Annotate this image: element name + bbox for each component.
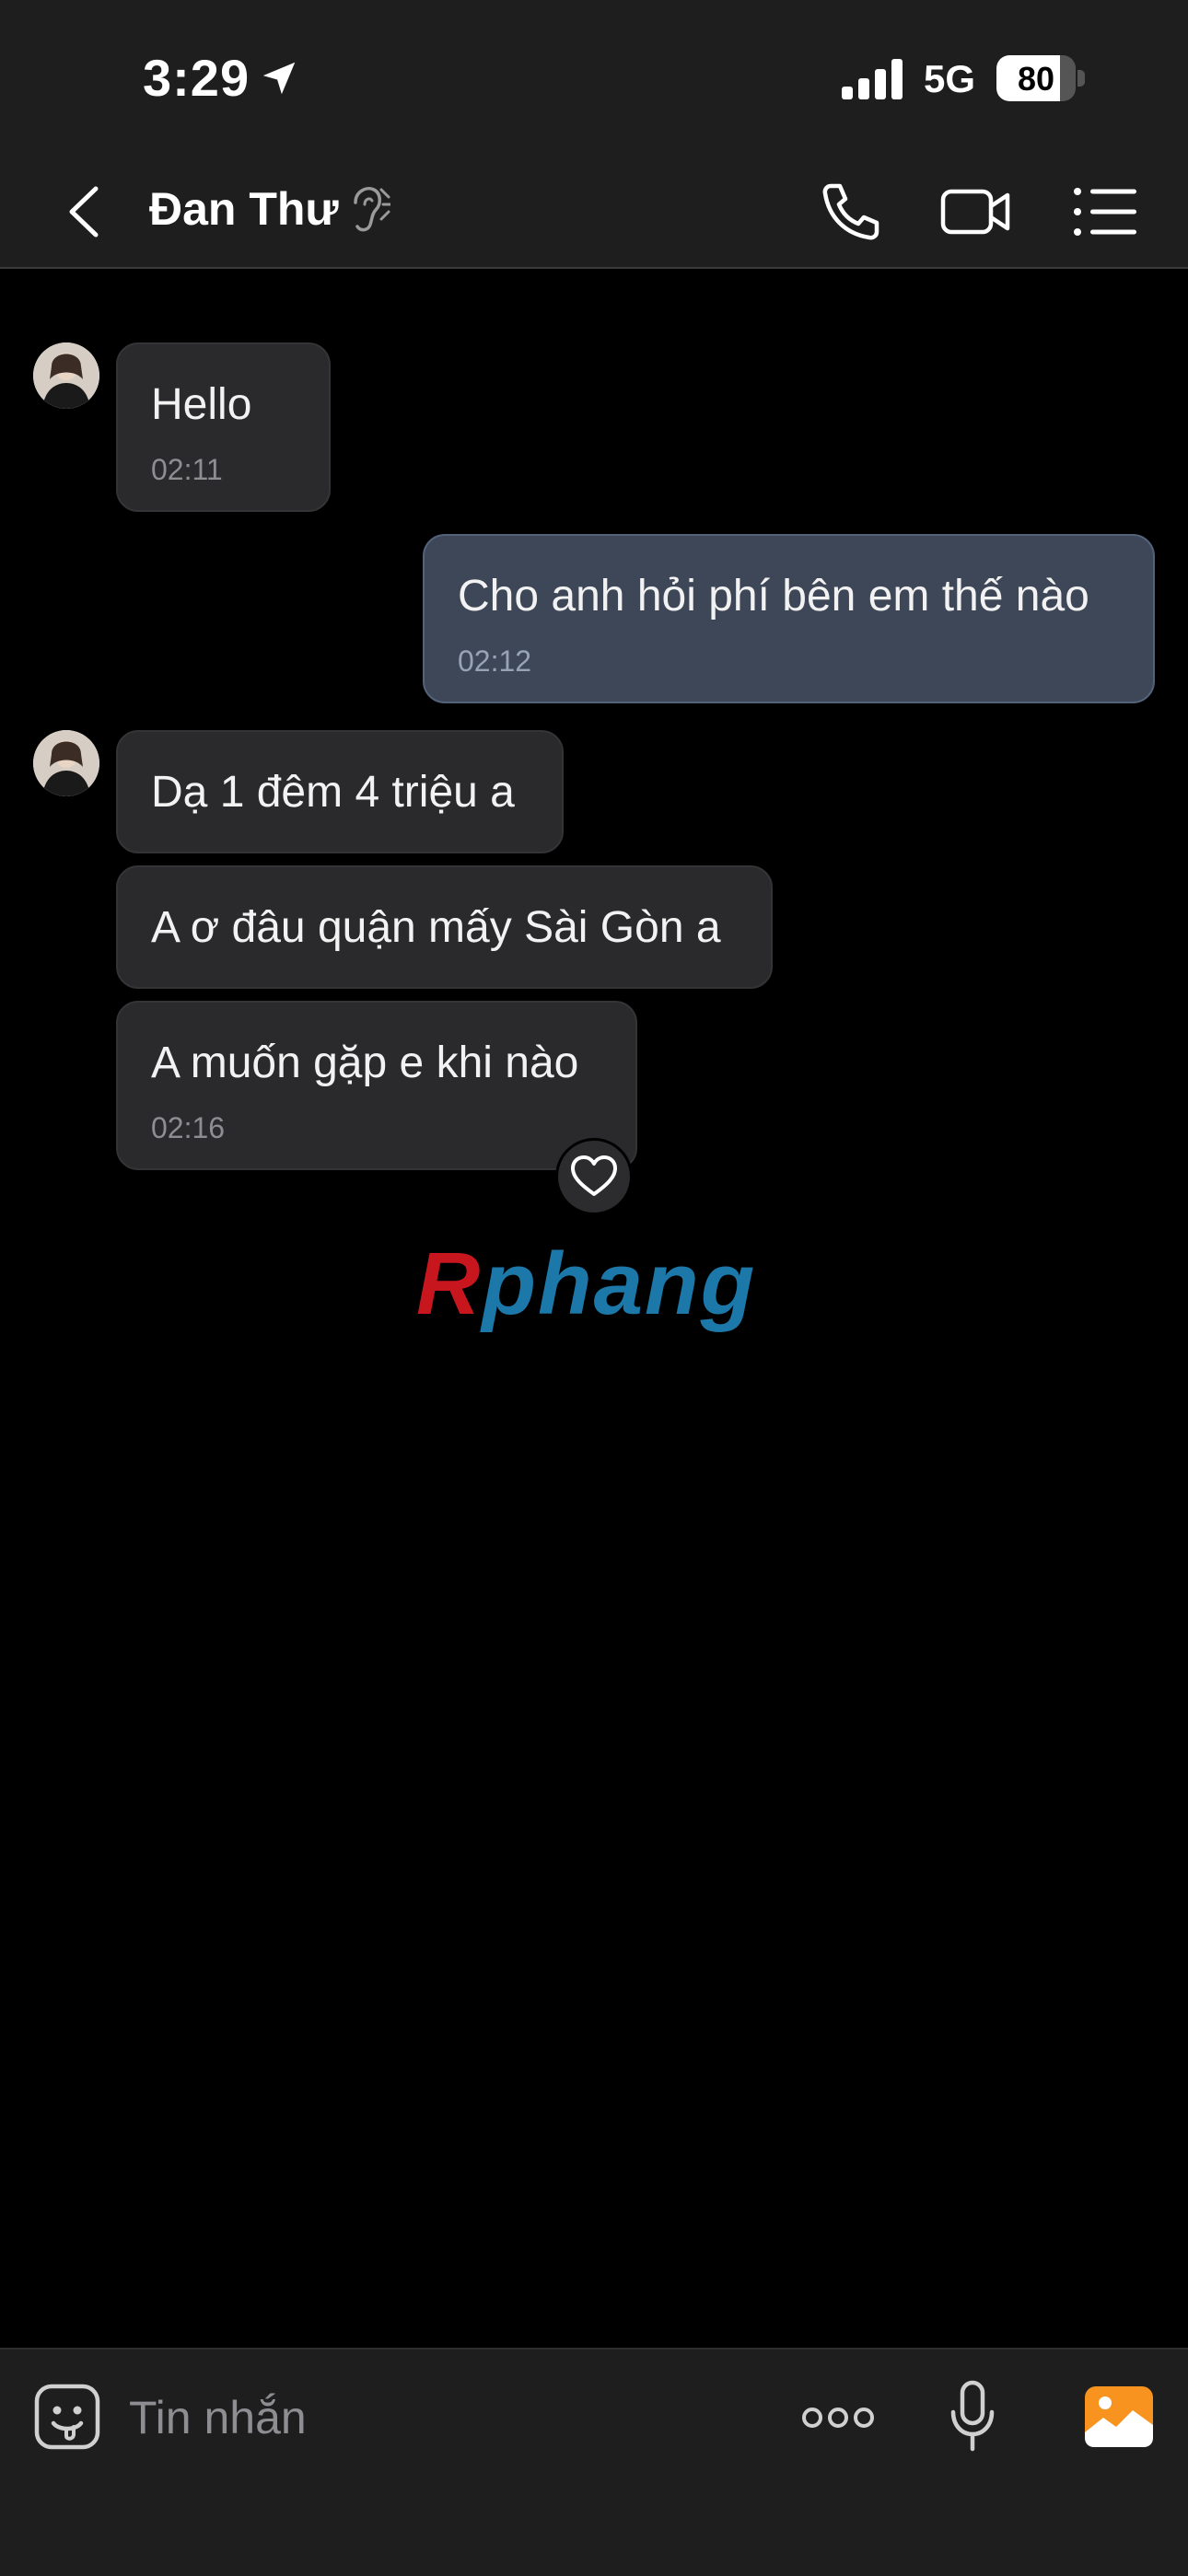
message-bubble[interactable]: A ơ đâu quận mấy Sài Gòn a <box>116 865 773 989</box>
watermark-logo: Rphang <box>416 1234 756 1335</box>
network-label: 5G <box>924 57 976 100</box>
signal-icon <box>842 59 903 99</box>
message-text: Cho anh hỏi phí bên em thế nào <box>458 572 1089 621</box>
video-camera-icon[interactable] <box>938 177 1013 247</box>
photo-icon[interactable] <box>1085 2386 1153 2447</box>
watermark-rest: phang <box>482 1235 757 1333</box>
list-icon[interactable] <box>1070 177 1140 247</box>
sticker-icon[interactable] <box>33 2383 101 2451</box>
message-composer <box>0 2348 1188 2576</box>
message-bubble[interactable]: Hello 02:11 <box>116 342 331 512</box>
message-time: 02:16 <box>151 1111 226 1144</box>
status-bar: 3:29 5G 80 <box>0 0 1188 157</box>
battery-level: 80 <box>1017 60 1055 98</box>
contact-name[interactable]: Đan Thư <box>149 182 339 236</box>
status-time: 3:29 <box>143 49 250 107</box>
more-icon[interactable] <box>801 2392 875 2443</box>
message-text: A muốn gặp e khi nào <box>151 1039 579 1087</box>
message-time: 02:12 <box>458 644 532 678</box>
message-bubble-outgoing[interactable]: Cho anh hỏi phí bên em thế nào 02:12 <box>423 534 1155 703</box>
hearing-icon <box>354 187 390 232</box>
watermark-first-letter: R <box>416 1235 483 1333</box>
back-icon[interactable] <box>55 180 111 244</box>
message-input[interactable] <box>129 2386 774 2449</box>
message-bubble[interactable]: Dạ 1 đêm 4 triệu a <box>116 730 564 853</box>
message-text: Dạ 1 đêm 4 triệu a <box>151 768 515 817</box>
chat-header: Đan Thư <box>0 157 1188 269</box>
phone-icon[interactable] <box>812 177 886 247</box>
location-arrow-icon <box>262 62 296 95</box>
battery-indicator: 80 <box>996 55 1085 101</box>
message-text: Hello <box>151 380 252 429</box>
heart-icon <box>571 1155 617 1196</box>
react-heart-button[interactable] <box>555 1138 633 1215</box>
contact-avatar[interactable] <box>33 730 99 796</box>
contact-avatar[interactable] <box>33 342 99 409</box>
message-text: A ơ đâu quận mấy Sài Gòn a <box>151 903 721 952</box>
microphone-icon[interactable] <box>949 2379 996 2454</box>
message-time: 02:11 <box>151 453 223 486</box>
